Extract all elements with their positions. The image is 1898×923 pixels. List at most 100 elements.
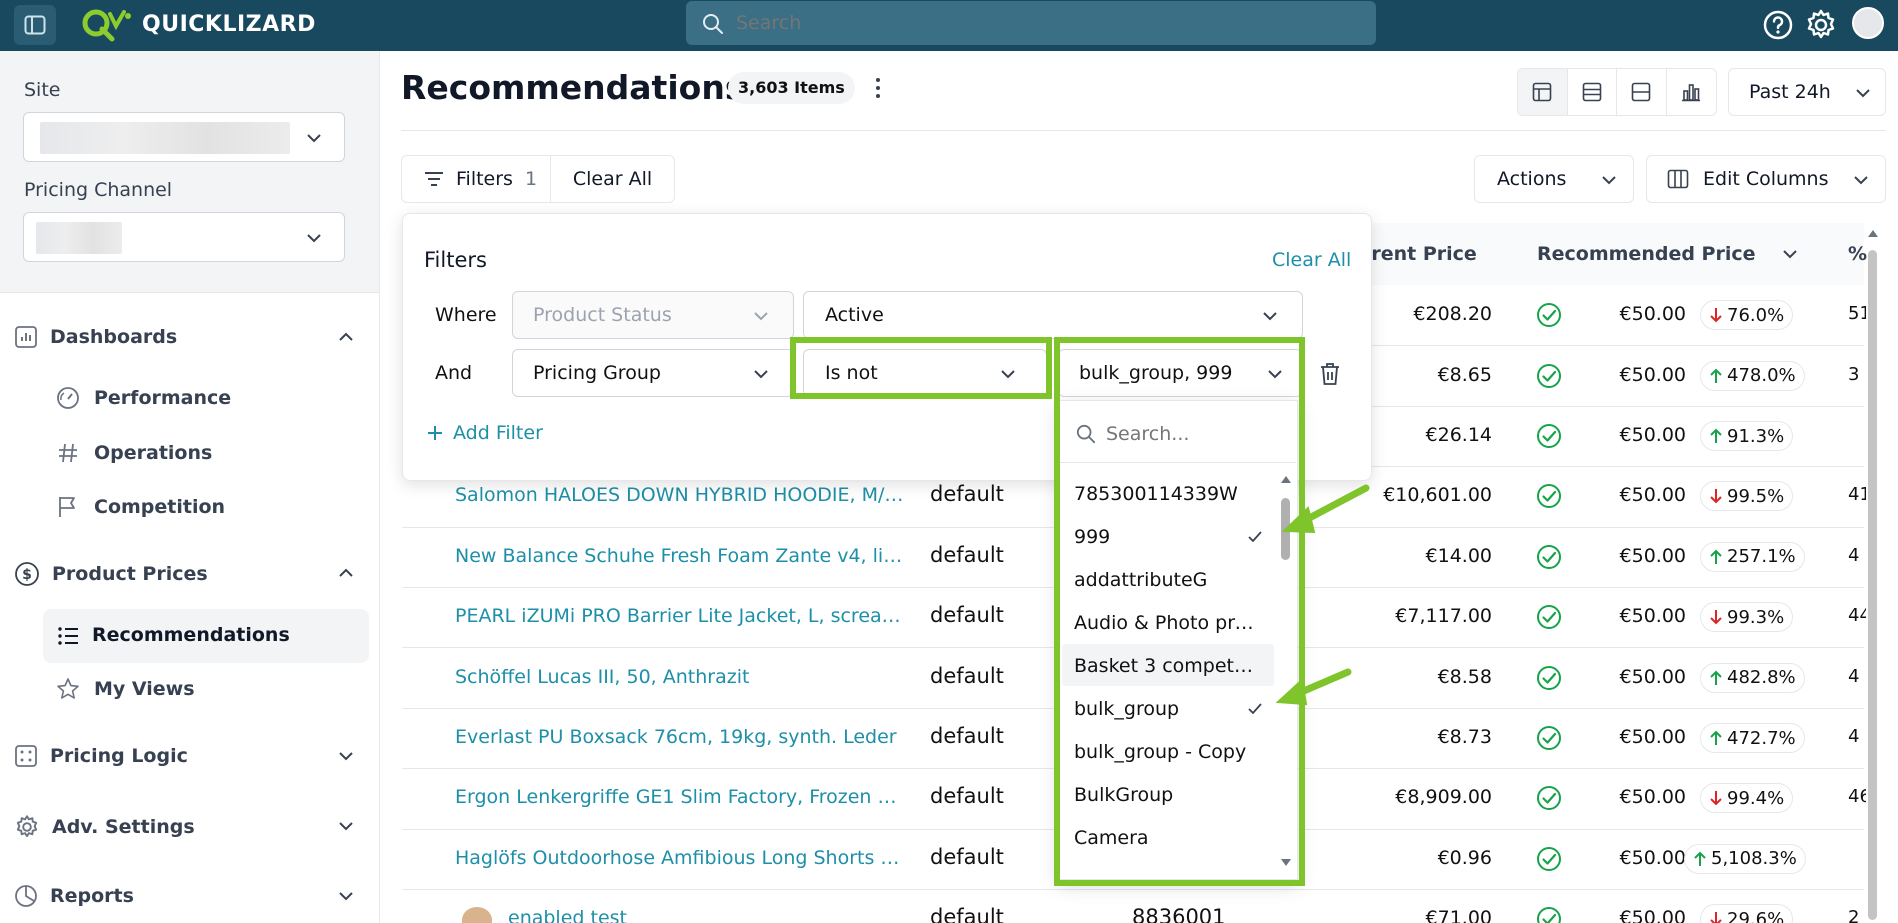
percent-cell: 3 xyxy=(1848,363,1860,385)
actions-button[interactable]: Actions xyxy=(1474,155,1634,203)
sidebar-item-competition[interactable]: Competition xyxy=(56,495,225,519)
product-name-link[interactable]: PEARL iZUMi PRO Barrier Lite Jacket, L, … xyxy=(455,605,905,627)
nav-section-reports[interactable]: Reports xyxy=(14,884,134,908)
edit-columns-button[interactable]: Edit Columns xyxy=(1646,155,1886,203)
product-name-link[interactable]: Haglöfs Outdoorhose Amfibious Long Short… xyxy=(455,847,905,869)
dropdown-search-input[interactable] xyxy=(1106,420,1282,448)
sidebar-item-my-views[interactable]: My Views xyxy=(56,677,195,701)
more-vertical-icon[interactable] xyxy=(870,76,886,100)
column-header-current-price[interactable]: rrent Price xyxy=(1362,243,1477,265)
dropdown-option[interactable]: BulkGroup xyxy=(1074,784,1256,806)
approved-check-icon[interactable] xyxy=(1536,544,1562,570)
sidebar-toggle-button[interactable] xyxy=(14,5,56,45)
column-header-percent[interactable]: % xyxy=(1848,243,1867,265)
product-name-link[interactable]: Schöffel Lucas III, 50, Anthrazit xyxy=(455,666,905,688)
dropdown-search[interactable] xyxy=(1060,405,1296,463)
chevron-down-icon[interactable] xyxy=(338,820,354,832)
price-change-value: 99.4% xyxy=(1727,787,1785,809)
approved-check-icon[interactable] xyxy=(1536,302,1562,328)
approved-check-icon[interactable] xyxy=(1536,363,1562,389)
chevron-down-icon xyxy=(307,234,321,243)
price-change-badge: 91.3% xyxy=(1700,421,1794,451)
dropdown-option[interactable]: Audio & Photo products xyxy=(1074,612,1256,634)
product-name-link[interactable]: New Balance Schuhe Fresh Foam Zante v4, … xyxy=(455,545,905,567)
filter-row-1-value[interactable]: Active xyxy=(803,291,1303,339)
price-change-value: 76.0% xyxy=(1727,304,1785,326)
sidebar-item-label: Performance xyxy=(94,387,232,409)
dropdown-option[interactable]: Camera xyxy=(1074,827,1256,849)
checkmark-icon xyxy=(1248,703,1262,715)
nav-section-adv-settings[interactable]: Adv. Settings xyxy=(14,814,195,840)
pricing-channel-select[interactable] xyxy=(23,212,345,262)
arrow-down-icon xyxy=(1710,791,1722,806)
global-search[interactable] xyxy=(686,1,1376,45)
chevron-up-icon[interactable] xyxy=(338,331,354,343)
time-range-select[interactable]: Past 24h xyxy=(1728,68,1886,116)
filter-row-1-value-text: Active xyxy=(825,304,884,326)
approved-check-icon[interactable] xyxy=(1536,604,1562,630)
nav-section-product-prices[interactable]: $ Product Prices xyxy=(14,561,208,587)
dropdown-option[interactable]: 785300114339W xyxy=(1074,483,1256,505)
sidebar-item-operations[interactable]: Operations xyxy=(56,441,212,465)
product-name-link[interactable]: enabled test xyxy=(508,907,958,923)
dropdown-option[interactable]: 999 xyxy=(1074,526,1256,548)
hash-icon xyxy=(59,443,77,463)
add-filter-button[interactable]: Add Filter xyxy=(427,422,543,444)
site-select[interactable] xyxy=(23,112,345,162)
filters-label: Filters xyxy=(456,168,513,190)
current-price-cell: €8.73 xyxy=(1437,726,1492,748)
nav-section-pricing-logic[interactable]: Pricing Logic xyxy=(14,744,188,768)
product-thumbnail[interactable] xyxy=(462,907,492,923)
table-scrollbar-thumb[interactable] xyxy=(1868,250,1877,920)
recommended-price-cell: €50.00 xyxy=(1619,544,1686,567)
approved-check-icon[interactable] xyxy=(1536,423,1562,449)
nav-section-label: Dashboards xyxy=(50,326,178,348)
help-icon[interactable] xyxy=(1762,9,1794,41)
filter-row-2-value[interactable]: bulk_group, 999 xyxy=(1058,349,1302,397)
approved-check-icon[interactable] xyxy=(1536,906,1562,923)
view-split-button[interactable] xyxy=(1617,69,1667,115)
product-name-link[interactable]: Ergon Lenkergriffe GE1 Slim Factory, Fro… xyxy=(455,786,905,808)
approved-check-icon[interactable] xyxy=(1536,846,1562,872)
percent-cell: 4 xyxy=(1848,544,1860,566)
chevron-down-icon[interactable] xyxy=(1782,248,1798,260)
filters-toggle-button[interactable]: Filters 1 xyxy=(401,155,551,203)
approved-check-icon[interactable] xyxy=(1536,725,1562,751)
dropdown-option[interactable]: bulk_group xyxy=(1074,698,1256,720)
column-header-recommended-price[interactable]: Recommended Price xyxy=(1537,243,1756,265)
table-scrollbar[interactable] xyxy=(1866,228,1880,923)
approved-check-icon[interactable] xyxy=(1536,483,1562,509)
global-search-input[interactable] xyxy=(736,9,1336,37)
product-name-link[interactable]: Everlast PU Boxsack 76cm, 19kg, synth. L… xyxy=(455,726,905,748)
view-rows-button[interactable] xyxy=(1568,69,1617,115)
filter-row-2-field[interactable]: Pricing Group xyxy=(512,349,794,397)
clear-all-button[interactable]: Clear All xyxy=(550,155,675,203)
view-table-button[interactable] xyxy=(1518,69,1568,115)
sidebar-item-recommendations[interactable]: Recommendations xyxy=(43,609,369,663)
chevron-down-icon[interactable] xyxy=(338,890,354,902)
chevron-down-icon[interactable] xyxy=(338,750,354,762)
approved-check-icon[interactable] xyxy=(1536,665,1562,691)
chevron-up-icon[interactable] xyxy=(338,567,354,579)
sidebar-item-performance[interactable]: Performance xyxy=(56,386,231,410)
nav-section-dashboards[interactable]: Dashboards xyxy=(14,325,177,349)
view-chart-button[interactable] xyxy=(1667,69,1717,115)
arrow-down-icon xyxy=(1710,489,1722,504)
trash-icon[interactable] xyxy=(1319,362,1341,386)
user-avatar[interactable] xyxy=(1852,7,1884,39)
filters-panel-clear-all[interactable]: Clear All xyxy=(1272,249,1351,271)
gear-icon[interactable] xyxy=(1804,8,1838,42)
dropdown-option[interactable]: addattributeG xyxy=(1074,569,1256,591)
filter-row-2-operator[interactable]: Is not xyxy=(803,349,1047,397)
filter-row-1-field[interactable]: Product Status xyxy=(512,291,794,339)
rows-view-icon xyxy=(1582,82,1602,102)
product-name-link[interactable]: Salomon HALOES DOWN HYBRID HOODIE, M/Gra… xyxy=(455,484,905,506)
top-bar: QUICKLIZARD xyxy=(0,0,1898,51)
price-change-badge: 99.3% xyxy=(1700,602,1794,633)
cog-icon xyxy=(16,815,38,838)
approved-check-icon[interactable] xyxy=(1536,785,1562,811)
brand-logo[interactable]: QUICKLIZARD xyxy=(80,6,316,42)
dropdown-option[interactable]: bulk_group - Copy xyxy=(1074,741,1256,763)
dropdown-option[interactable]: Basket 3 competitors xyxy=(1074,655,1256,677)
sidebar: Site Pricing Channel Dashboards Performa… xyxy=(0,51,380,923)
